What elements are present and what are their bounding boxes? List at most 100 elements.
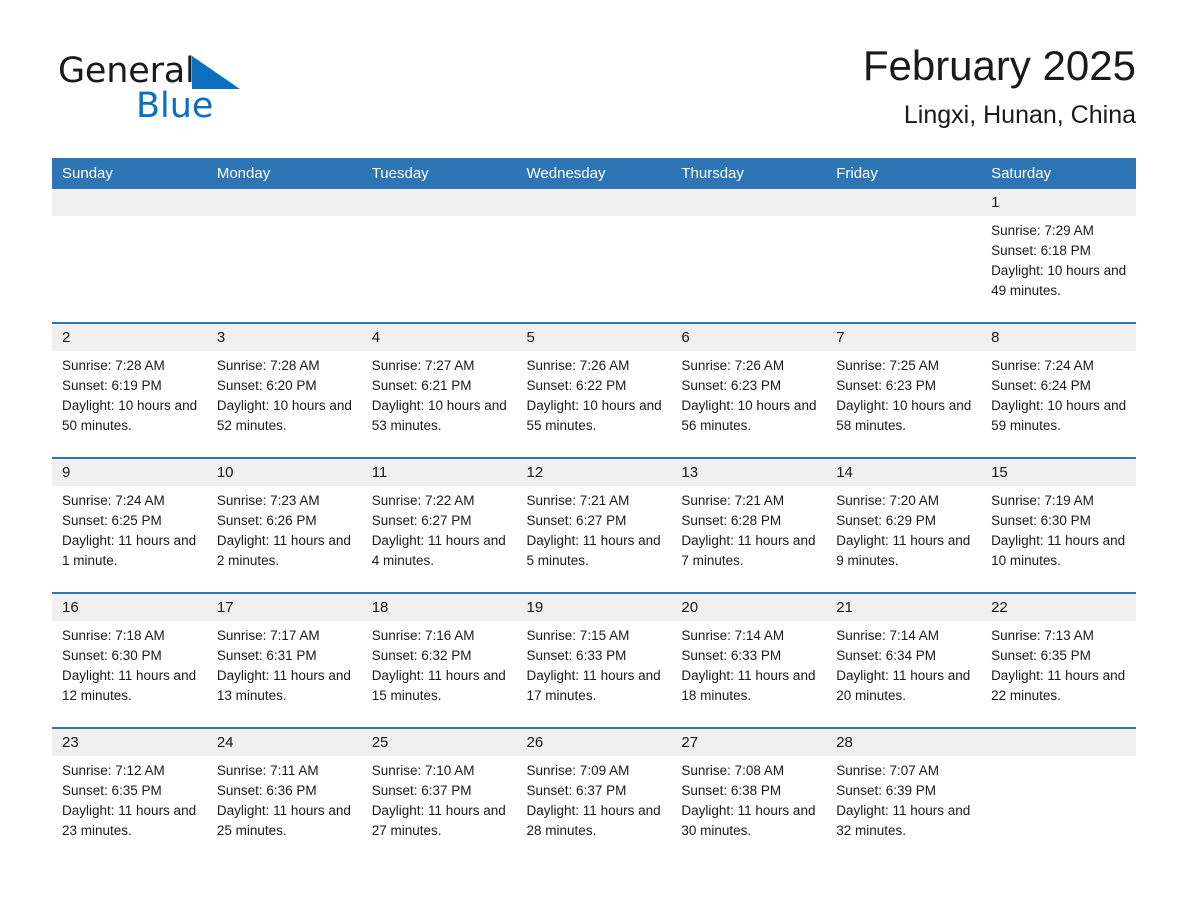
sunrise-text: Sunrise: 7:29 AM xyxy=(991,223,1094,238)
day-number: 21 xyxy=(826,594,982,621)
day-cell[interactable]: 14 Sunrise: 7:20 AM Sunset: 6:29 PM Dayligh… xyxy=(826,459,982,592)
day-cell[interactable]: 6 Sunrise: 7:26 AM Sunset: 6:23 PM Daylight… xyxy=(671,324,827,457)
daylight-text: Daylight: 11 hours and 10 minutes. xyxy=(991,533,1126,568)
calendar-cell: 13 Sunrise: 7:21 AM Sunset: 6:28 PM Dayligh… xyxy=(671,457,827,593)
sun-info: Sunrise: 7:27 AM Sunset: 6:21 PM Daylight:… xyxy=(362,351,517,436)
weekday-header-wednesday: Wednesday xyxy=(516,158,672,189)
sunset-text: Sunset: 6:39 PM xyxy=(836,783,937,798)
daylight-text: Daylight: 10 hours and 59 minutes. xyxy=(991,398,1127,433)
sun-info: Sunrise: 7:09 AM Sunset: 6:37 PM Daylight:… xyxy=(517,756,672,841)
calendar-cell: 19 Sunrise: 7:15 AM Sunset: 6:33 PM Dayligh… xyxy=(516,592,672,728)
day-cell[interactable]: 19 Sunrise: 7:15 AM Sunset: 6:33 PM Dayligh… xyxy=(516,594,672,727)
sunset-text: Sunset: 6:36 PM xyxy=(216,783,317,798)
weekday-header-tuesday: Tuesday xyxy=(361,158,517,189)
day-cell[interactable]: 15 Sunrise: 7:19 AM Sunset: 6:30 PM Dayligh… xyxy=(981,459,1136,592)
sunrise-text: Sunrise: 7:23 AM xyxy=(216,493,320,508)
sunrise-text: Sunrise: 7:11 AM xyxy=(216,763,319,778)
sunrise-text: Sunrise: 7:24 AM xyxy=(991,358,1094,373)
day-cell[interactable]: 16 Sunrise: 7:18 AM Sunset: 6:30 PM Dayligh… xyxy=(52,594,207,727)
sunset-text: Sunset: 6:22 PM xyxy=(526,378,627,393)
day-cell[interactable]: 28 Sunrise: 7:07 AM Sunset: 6:39 PM Dayligh… xyxy=(826,729,982,866)
calendar-body: 1 Sunrise: 7:29 AM Sunset: 6:18 PM Daylight… xyxy=(52,189,1136,866)
sunrise-text: Sunrise: 7:09 AM xyxy=(526,763,630,778)
calendar-cell xyxy=(826,189,982,323)
calendar-cell xyxy=(516,189,672,323)
calendar-cell: 7 Sunrise: 7:25 AM Sunset: 6:23 PM Daylight… xyxy=(826,322,982,458)
sun-info: Sunrise: 7:14 AM Sunset: 6:33 PM Daylight:… xyxy=(671,621,826,706)
day-number: 23 xyxy=(52,729,207,756)
weekday-header-monday: Monday xyxy=(206,158,362,189)
day-cell[interactable]: 8 Sunrise: 7:24 AM Sunset: 6:24 PM Daylight… xyxy=(981,324,1136,457)
day-cell[interactable]: 11 Sunrise: 7:22 AM Sunset: 6:27 PM Dayligh… xyxy=(361,459,517,592)
daylight-text: Daylight: 11 hours and 2 minutes. xyxy=(216,533,351,568)
day-cell[interactable]: 2 Sunrise: 7:28 AM Sunset: 6:19 PM Daylight… xyxy=(52,324,207,457)
daylight-text: Daylight: 11 hours and 17 minutes. xyxy=(526,668,661,703)
calendar-cell: 21 Sunrise: 7:14 AM Sunset: 6:34 PM Dayligh… xyxy=(826,592,982,728)
day-cell[interactable]: 10 Sunrise: 7:23 AM Sunset: 6:26 PM Dayligh… xyxy=(206,459,362,592)
day-cell[interactable]: 17 Sunrise: 7:17 AM Sunset: 6:31 PM Dayligh… xyxy=(206,594,362,727)
day-number: 9 xyxy=(52,459,207,486)
day-cell[interactable]: 27 Sunrise: 7:08 AM Sunset: 6:38 PM Dayligh… xyxy=(671,729,827,866)
sunset-text: Sunset: 6:38 PM xyxy=(681,783,782,798)
daylight-text: Daylight: 11 hours and 25 minutes. xyxy=(216,803,351,838)
daylight-text: Daylight: 11 hours and 28 minutes. xyxy=(526,803,661,838)
day-number: 11 xyxy=(361,459,517,486)
sunrise-text: Sunrise: 7:28 AM xyxy=(216,358,320,373)
daylight-text: Daylight: 11 hours and 22 minutes. xyxy=(991,668,1126,703)
day-cell[interactable]: 25 Sunrise: 7:10 AM Sunset: 6:37 PM Dayligh… xyxy=(361,729,517,866)
sunrise-text: Sunrise: 7:28 AM xyxy=(62,358,165,373)
sun-info: Sunrise: 7:21 AM Sunset: 6:28 PM Daylight:… xyxy=(671,486,826,571)
sun-info: Sunrise: 7:10 AM Sunset: 6:37 PM Daylight:… xyxy=(362,756,517,841)
sun-info: Sunrise: 7:15 AM Sunset: 6:33 PM Daylight:… xyxy=(517,621,672,706)
day-cell[interactable]: 4 Sunrise: 7:27 AM Sunset: 6:21 PM Daylight… xyxy=(361,324,517,457)
day-cell[interactable]: 1 Sunrise: 7:29 AM Sunset: 6:18 PM Daylight… xyxy=(981,189,1136,322)
day-cell[interactable]: 22 Sunrise: 7:13 AM Sunset: 6:35 PM Dayligh… xyxy=(981,594,1136,727)
sunset-text: Sunset: 6:30 PM xyxy=(991,513,1091,528)
sun-info: Sunrise: 7:17 AM Sunset: 6:31 PM Daylight:… xyxy=(207,621,362,706)
sunrise-text: Sunrise: 7:22 AM xyxy=(371,493,475,508)
sunrise-text: Sunrise: 7:20 AM xyxy=(836,493,940,508)
day-cell[interactable]: 9 Sunrise: 7:24 AM Sunset: 6:25 PM Daylight… xyxy=(52,459,207,592)
day-number xyxy=(826,189,982,216)
day-cell[interactable]: 23 Sunrise: 7:12 AM Sunset: 6:35 PM Dayligh… xyxy=(52,729,207,866)
day-cell[interactable]: 12 Sunrise: 7:21 AM Sunset: 6:27 PM Dayligh… xyxy=(516,459,672,592)
sun-info: Sunrise: 7:28 AM Sunset: 6:19 PM Daylight:… xyxy=(52,351,207,436)
sunrise-text: Sunrise: 7:10 AM xyxy=(371,763,475,778)
calendar-cell: 1 Sunrise: 7:29 AM Sunset: 6:18 PM Daylight… xyxy=(981,189,1136,323)
day-cell[interactable]: 18 Sunrise: 7:16 AM Sunset: 6:32 PM Dayligh… xyxy=(361,594,517,727)
day-cell[interactable]: 5 Sunrise: 7:26 AM Sunset: 6:22 PM Daylight… xyxy=(516,324,672,457)
day-cell[interactable]: 7 Sunrise: 7:25 AM Sunset: 6:23 PM Daylight… xyxy=(826,324,982,457)
calendar-cell: 28 Sunrise: 7:07 AM Sunset: 6:39 PM Dayligh… xyxy=(826,727,982,866)
day-cell[interactable]: 24 Sunrise: 7:11 AM Sunset: 6:36 PM Dayligh… xyxy=(206,729,362,866)
weekday-header-saturday: Saturday xyxy=(981,158,1136,189)
sun-info: Sunrise: 7:24 AM Sunset: 6:24 PM Daylight:… xyxy=(981,351,1136,436)
sunset-text: Sunset: 6:29 PM xyxy=(836,513,937,528)
day-number: 19 xyxy=(516,594,672,621)
day-cell[interactable]: 20 Sunrise: 7:14 AM Sunset: 6:33 PM Dayligh… xyxy=(671,594,827,727)
calendar-cell: 8 Sunrise: 7:24 AM Sunset: 6:24 PM Daylight… xyxy=(981,322,1136,458)
sunrise-text: Sunrise: 7:08 AM xyxy=(681,763,785,778)
day-cell[interactable]: 26 Sunrise: 7:09 AM Sunset: 6:37 PM Dayligh… xyxy=(516,729,672,866)
calendar-cell: 22 Sunrise: 7:13 AM Sunset: 6:35 PM Dayligh… xyxy=(981,592,1136,728)
calendar-cell: 14 Sunrise: 7:20 AM Sunset: 6:29 PM Dayligh… xyxy=(826,457,982,593)
day-cell[interactable]: 21 Sunrise: 7:14 AM Sunset: 6:34 PM Dayligh… xyxy=(826,594,982,727)
sunrise-text: Sunrise: 7:26 AM xyxy=(681,358,785,373)
day-number: 14 xyxy=(826,459,982,486)
sunrise-text: Sunrise: 7:21 AM xyxy=(681,493,785,508)
sunset-text: Sunset: 6:30 PM xyxy=(62,648,162,663)
sunrise-text: Sunrise: 7:18 AM xyxy=(62,628,165,643)
day-cell[interactable]: 13 Sunrise: 7:21 AM Sunset: 6:28 PM Dayligh… xyxy=(671,459,827,592)
daylight-text: Daylight: 11 hours and 9 minutes. xyxy=(836,533,971,568)
calendar-page: General Blue February 2025 Lingxi, Hunan… xyxy=(0,0,1188,918)
sun-info: Sunrise: 7:22 AM Sunset: 6:27 PM Daylight:… xyxy=(362,486,517,571)
day-cell[interactable]: 3 Sunrise: 7:28 AM Sunset: 6:20 PM Daylight… xyxy=(206,324,362,457)
calendar-header-row: Sunday Monday Tuesday Wednesday Thursday Frid… xyxy=(52,158,1136,189)
calendar-week-row: 23 Sunrise: 7:12 AM Sunset: 6:35 PM Dayligh… xyxy=(52,727,1136,866)
calendar-cell: 24 Sunrise: 7:11 AM Sunset: 6:36 PM Dayligh… xyxy=(206,727,362,866)
day-number: 20 xyxy=(671,594,827,621)
general-blue-logo[interactable]: General Blue xyxy=(58,50,318,140)
day-number: 4 xyxy=(361,324,517,351)
daylight-text: Daylight: 11 hours and 30 minutes. xyxy=(681,803,816,838)
calendar-cell: 9 Sunrise: 7:24 AM Sunset: 6:25 PM Daylight… xyxy=(52,457,207,593)
empty-day-cell xyxy=(981,729,1136,866)
